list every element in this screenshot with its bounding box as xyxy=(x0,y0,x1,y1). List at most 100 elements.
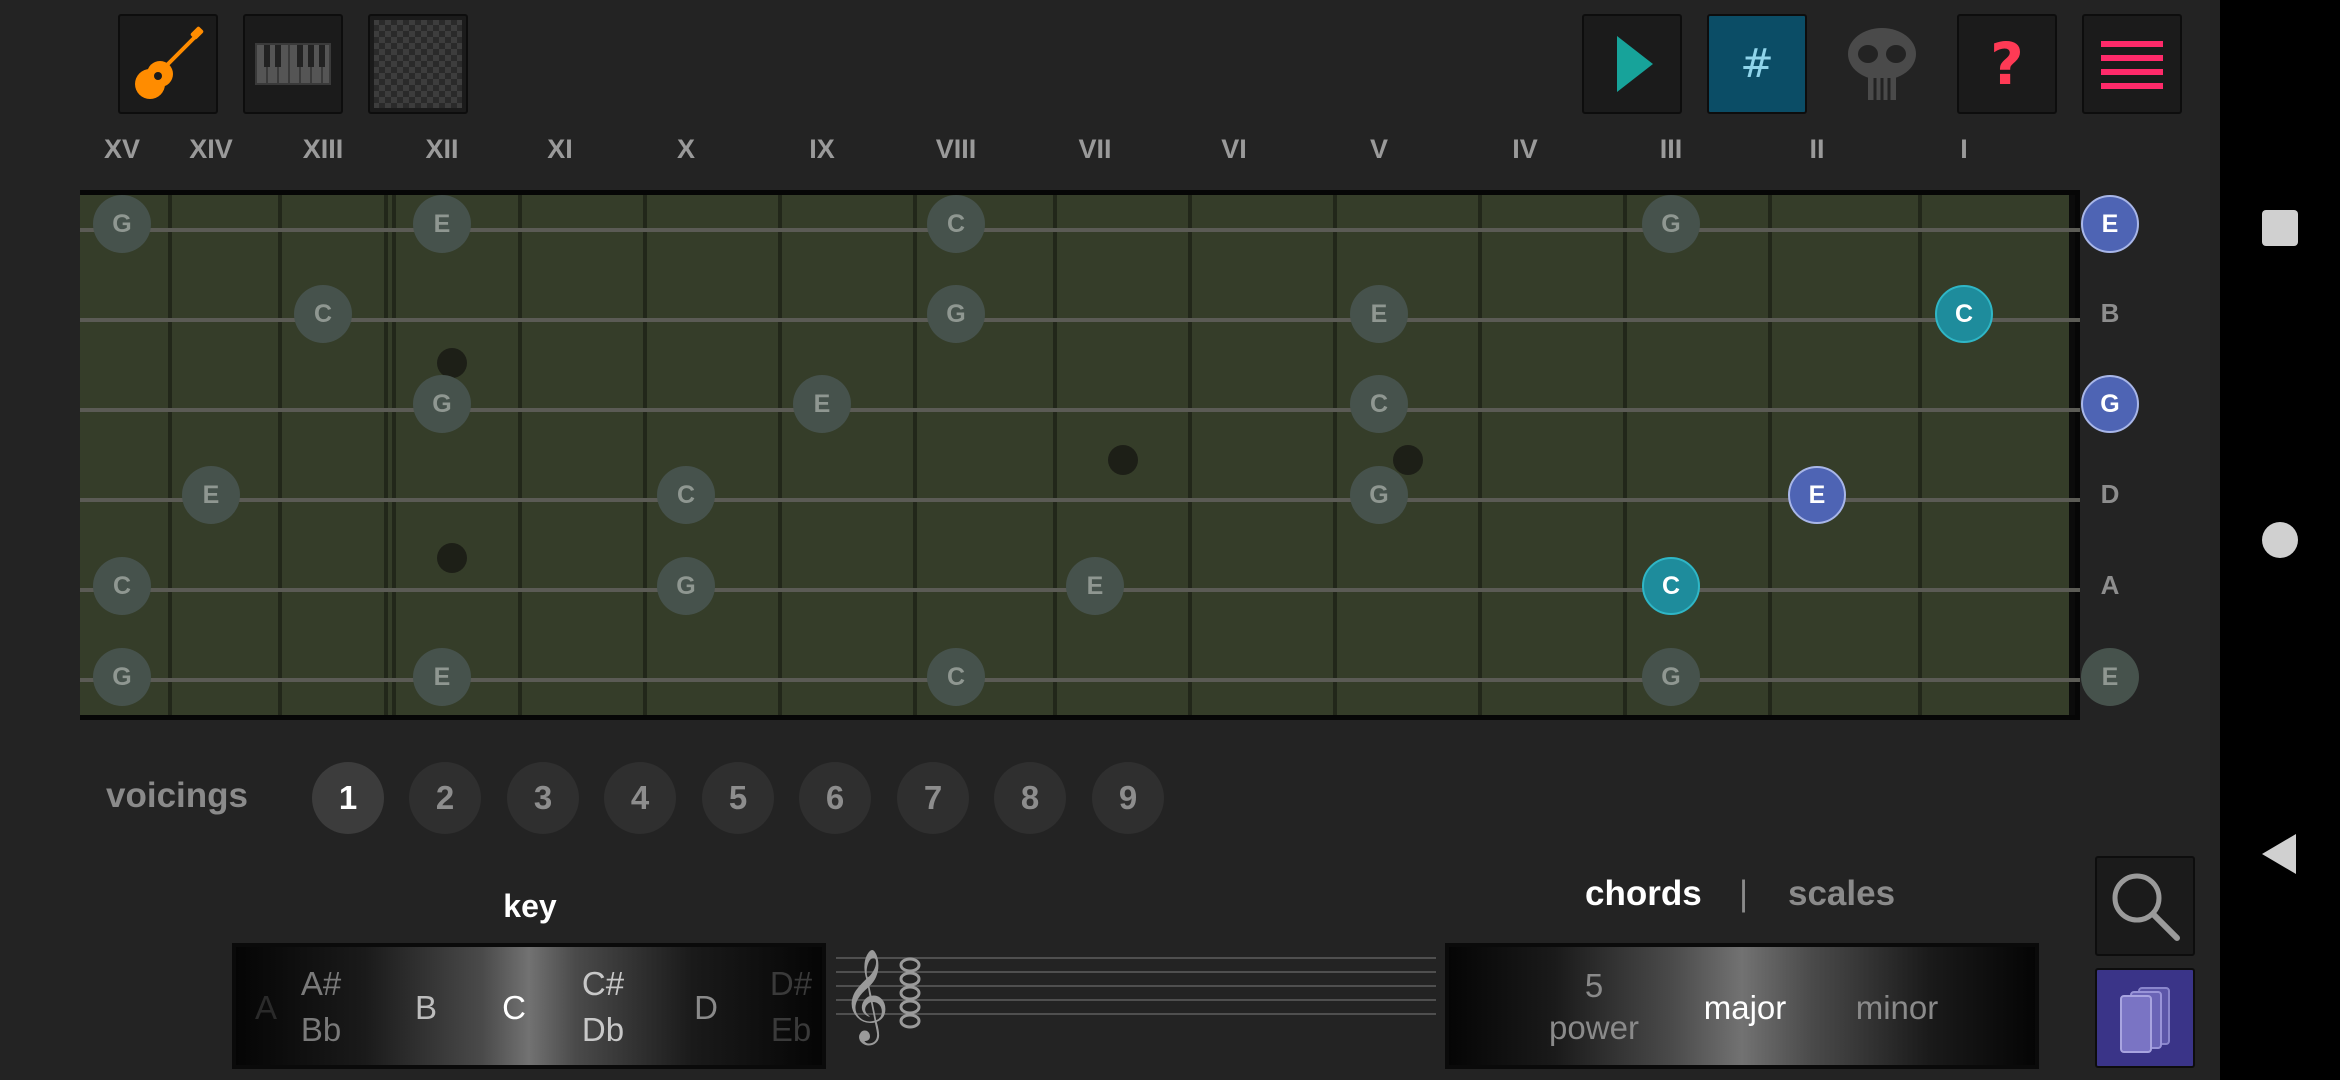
skull-icon xyxy=(1848,28,1916,100)
key-option[interactable]: Eb xyxy=(756,1007,822,1053)
fret-wire xyxy=(1333,195,1337,715)
fret-note[interactable]: C xyxy=(294,285,352,343)
open-string-label[interactable]: B xyxy=(2081,298,2139,329)
fret-wire xyxy=(168,195,172,715)
recents-icon[interactable] xyxy=(2260,208,2300,248)
chord-note-third[interactable]: E xyxy=(1788,466,1846,524)
fret-note[interactable]: E xyxy=(413,648,471,706)
fret-note[interactable]: C xyxy=(927,195,985,253)
open-string-label[interactable]: D xyxy=(2081,479,2139,510)
fret-note[interactable]: G xyxy=(657,557,715,615)
staff-notation: 𝄞 xyxy=(836,948,1436,1045)
back-icon[interactable] xyxy=(2260,832,2300,876)
key-title: key xyxy=(503,888,557,924)
fret-wire xyxy=(778,195,782,715)
key-option[interactable]: D xyxy=(676,985,736,1031)
key-option[interactable]: A# xyxy=(286,961,356,1007)
open-string-label[interactable]: A xyxy=(2081,570,2139,601)
fret-note[interactable]: G xyxy=(93,195,151,253)
fret-numeral: VI xyxy=(1221,134,1247,164)
fret-note[interactable]: E xyxy=(1350,285,1408,343)
fret-note[interactable]: C xyxy=(927,648,985,706)
fret-note[interactable]: G xyxy=(413,375,471,433)
tab-chords[interactable]: chords xyxy=(1585,874,1702,914)
fret-note[interactable]: E xyxy=(1066,557,1124,615)
home-icon[interactable] xyxy=(2260,520,2300,560)
fret-note[interactable]: C xyxy=(93,557,151,615)
skull-button[interactable] xyxy=(1832,14,1932,114)
fret-numeral: VII xyxy=(1078,134,1112,164)
key-option[interactable]: C# xyxy=(568,961,638,1007)
voicing-button[interactable]: 7 xyxy=(897,762,969,834)
voicing-button[interactable]: 6 xyxy=(799,762,871,834)
fret-numeral: X xyxy=(676,134,695,164)
string-line xyxy=(80,408,2080,412)
fret-wire xyxy=(643,195,647,715)
guitar-mode-button[interactable] xyxy=(118,14,218,114)
fret-numeral: VIII xyxy=(935,134,977,164)
chord-notes-icon xyxy=(899,957,921,1029)
fret-wire-double xyxy=(384,195,396,715)
voicings-label: voicings xyxy=(106,776,248,815)
voicing-button[interactable]: 8 xyxy=(994,762,1066,834)
key-option[interactable]: Db xyxy=(568,1007,638,1053)
fret-note[interactable]: G xyxy=(1350,466,1408,524)
open-string-note-active[interactable]: E xyxy=(2081,195,2139,253)
menu-icon xyxy=(2101,41,2163,89)
sharp-icon: # xyxy=(1740,41,1774,87)
fret-note[interactable]: G xyxy=(1642,195,1700,253)
fret-note[interactable]: E xyxy=(413,195,471,253)
system-navigation-bar xyxy=(2220,0,2340,1080)
string-line xyxy=(80,318,2080,322)
fret-note[interactable]: E xyxy=(793,375,851,433)
fret-note[interactable]: C xyxy=(1350,375,1408,433)
key-picker[interactable]: A A# Bb B C C# Db D D# Eb xyxy=(232,943,826,1069)
search-icon xyxy=(2112,873,2180,941)
fret-numeral: XI xyxy=(547,134,573,164)
key-option-selected[interactable]: C xyxy=(484,985,544,1031)
piano-mode-button[interactable] xyxy=(243,14,343,114)
voicing-button[interactable]: 1 xyxy=(312,762,384,834)
key-option[interactable]: Bb xyxy=(286,1007,356,1053)
fretboard[interactable] xyxy=(80,190,2080,720)
chord-type-option[interactable]: 5 xyxy=(1539,963,1649,1009)
fret-numeral: III xyxy=(1659,134,1683,164)
fret-numeral: IX xyxy=(809,134,835,164)
fret-note[interactable]: E xyxy=(182,466,240,524)
library-button[interactable] xyxy=(2095,968,2195,1068)
search-button[interactable] xyxy=(2095,856,2195,956)
chord-type-option[interactable]: minor xyxy=(1837,985,1957,1031)
fret-note[interactable]: G xyxy=(93,648,151,706)
chord-note-root[interactable]: C xyxy=(1935,285,1993,343)
menu-button[interactable] xyxy=(2082,14,2182,114)
open-string-note-active[interactable]: G xyxy=(2081,375,2139,433)
voicing-button[interactable]: 3 xyxy=(507,762,579,834)
fret-note[interactable]: G xyxy=(1642,648,1700,706)
fret-wire xyxy=(913,195,917,715)
voicing-button[interactable]: 4 xyxy=(604,762,676,834)
fret-numeral: I xyxy=(1960,134,1968,164)
chord-type-option-selected[interactable]: major xyxy=(1685,985,1805,1031)
voicing-button[interactable]: 9 xyxy=(1092,762,1164,834)
fret-inlay xyxy=(437,348,467,378)
help-button[interactable]: ? xyxy=(1957,14,2057,114)
chord-note-root[interactable]: C xyxy=(1642,557,1700,615)
fret-note[interactable]: C xyxy=(657,466,715,524)
chord-type-picker[interactable]: 5 power major minor xyxy=(1445,943,2039,1069)
tab-scales[interactable]: scales xyxy=(1788,874,1895,914)
fret-numeral: V xyxy=(1369,134,1388,164)
fret-note[interactable]: G xyxy=(927,285,985,343)
key-option[interactable]: B xyxy=(396,985,456,1031)
guitar-icon xyxy=(135,26,204,99)
checkerboard-icon xyxy=(374,20,462,108)
sharp-toggle-button[interactable]: # xyxy=(1707,14,1807,114)
voicing-button[interactable]: 5 xyxy=(702,762,774,834)
fret-wire xyxy=(278,195,282,715)
open-string-note[interactable]: E xyxy=(2081,648,2139,706)
key-option[interactable]: D# xyxy=(756,961,822,1007)
fret-wire xyxy=(518,195,522,715)
play-button[interactable] xyxy=(1582,14,1682,114)
chord-type-option[interactable]: power xyxy=(1534,1005,1654,1051)
grid-mode-button[interactable] xyxy=(368,14,468,114)
voicing-button[interactable]: 2 xyxy=(409,762,481,834)
